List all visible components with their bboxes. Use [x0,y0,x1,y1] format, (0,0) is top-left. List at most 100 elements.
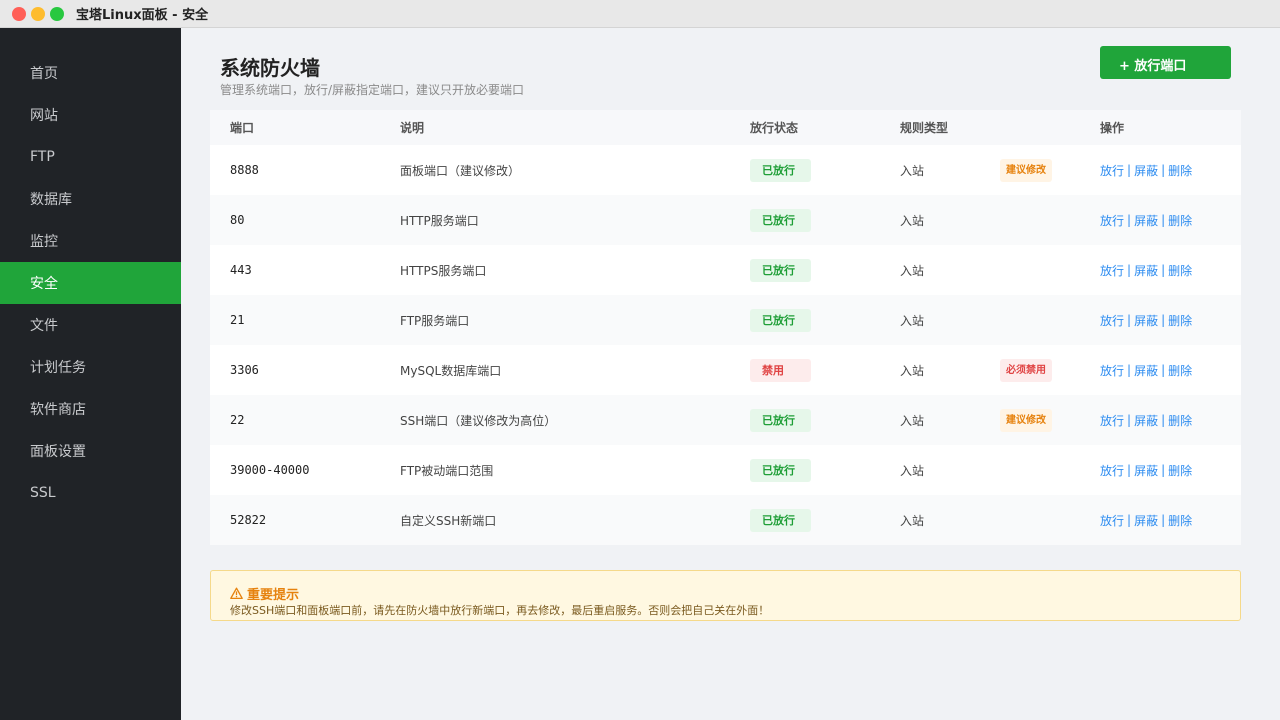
header-ops: 操作 [1100,121,1125,135]
window-titlebar: 宝塔Linux面板 - 安全 [0,0,1280,28]
table-row: 8888 面板端口（建议修改） 已放行 入站 建议修改 放行 | 屏蔽 | 删除 [210,145,1241,195]
block-link[interactable]: 屏蔽 [1134,212,1158,229]
block-link[interactable]: 屏蔽 [1134,512,1158,529]
window-controls [12,6,64,21]
block-link[interactable]: 屏蔽 [1134,162,1158,179]
advice-cell: 建议修改 [1000,145,1052,195]
header-rule: 规则类型 [900,121,949,135]
port-cell: 52822 [230,513,267,527]
sidebar-item-website[interactable]: 网站 [0,94,181,136]
window-title: 宝塔Linux面板 - 安全 [76,8,209,23]
ops-separator: | [1161,213,1166,227]
advice-badge: 建议修改 [1000,408,1052,432]
ops-separator: | [1127,263,1132,277]
status-cell: 已放行 [750,495,811,545]
delete-link[interactable]: 删除 [1168,462,1192,479]
description-cell: MySQL数据库端口 [400,363,502,378]
status-badge: 已放行 [750,208,811,232]
notice-title: 重要提示 [230,584,299,603]
sidebar-item-files[interactable]: 文件 [0,304,181,346]
ops-separator: | [1127,413,1132,427]
port-cell: 443 [230,263,252,277]
allow-link[interactable]: 放行 [1100,412,1124,429]
sidebar-item-ssl[interactable]: SSL [0,472,181,514]
ops-separator: | [1161,413,1166,427]
rule-type-cell: 入站 [900,363,925,378]
sidebar-item-ftp[interactable]: FTP [0,136,181,178]
table-row: 443 HTTPS服务端口 已放行 入站 放行 | 屏蔽 | 删除 [210,245,1241,295]
status-badge: 已放行 [750,508,811,532]
sidebar-item-cron[interactable]: 计划任务 [0,346,181,388]
sidebar-item-label: 首页 [30,66,58,82]
allow-link[interactable]: 放行 [1100,162,1124,179]
allow-link[interactable]: 放行 [1100,362,1124,379]
port-cell: 39000-40000 [230,463,310,477]
operations-cell: 放行 | 屏蔽 | 删除 [1100,245,1192,295]
description-cell: FTP服务端口 [400,313,470,328]
allow-link[interactable]: 放行 [1100,312,1124,329]
close-window-button[interactable] [12,6,26,21]
sidebar-item-label: 计划任务 [30,360,86,376]
rule-type-cell: 入站 [900,263,925,278]
ops-separator: | [1127,213,1132,227]
delete-link[interactable]: 删除 [1168,262,1192,279]
delete-link[interactable]: 删除 [1168,362,1192,379]
ops-separator: | [1161,163,1166,177]
ops-separator: | [1161,363,1166,377]
sidebar-item-label: 安全 [30,276,58,292]
operations-cell: 放行 | 屏蔽 | 删除 [1100,445,1192,495]
description-cell: HTTPS服务端口 [400,263,487,278]
table-row: 52822 自定义SSH新端口 已放行 入站 放行 | 屏蔽 | 删除 [210,495,1241,545]
sidebar-item-label: FTP [30,149,55,165]
ops-separator: | [1127,463,1132,477]
status-cell: 已放行 [750,445,811,495]
sidebar-item-label: 数据库 [30,192,72,208]
port-cell: 21 [230,313,245,327]
ops-separator: | [1127,513,1132,527]
sidebar-item-home[interactable]: 首页 [0,52,181,94]
description-cell: SSH端口（建议修改为高位） [400,413,557,428]
operations-cell: 放行 | 屏蔽 | 删除 [1100,195,1192,245]
status-cell: 已放行 [750,395,811,445]
ops-separator: | [1161,513,1166,527]
table-row: 39000-40000 FTP被动端口范围 已放行 入站 放行 | 屏蔽 | 删除 [210,445,1241,495]
header-status: 放行状态 [750,121,799,135]
delete-link[interactable]: 删除 [1168,512,1192,529]
maximize-window-button[interactable] [50,6,64,21]
notice-text: 修改SSH端口和面板端口前，请先在防火墙中放行新端口，再去修改，最后重启服务。否… [230,604,770,617]
delete-link[interactable]: 删除 [1168,162,1192,179]
sidebar-item-security[interactable]: 安全 [0,262,181,304]
firewall-table: 端口 说明 放行状态 规则类型 操作 8888 面板端口（建议修改） 已放行 入站 建议… [210,110,1241,545]
advice-cell: 建议修改 [1000,395,1052,445]
allow-link[interactable]: 放行 [1100,212,1124,229]
delete-link[interactable]: 删除 [1168,412,1192,429]
block-link[interactable]: 屏蔽 [1134,262,1158,279]
delete-link[interactable]: 删除 [1168,212,1192,229]
add-port-button[interactable]: + 放行端口 [1100,46,1231,79]
block-link[interactable]: 屏蔽 [1134,462,1158,479]
sidebar-item-app-store[interactable]: 软件商店 [0,388,181,430]
important-notice: 重要提示 修改SSH端口和面板端口前，请先在防火墙中放行新端口，再去修改，最后重… [210,570,1241,621]
rule-type-cell: 入站 [900,213,925,228]
block-link[interactable]: 屏蔽 [1134,362,1158,379]
sidebar-item-label: 文件 [30,318,58,334]
block-link[interactable]: 屏蔽 [1134,412,1158,429]
sidebar-item-database[interactable]: 数据库 [0,178,181,220]
delete-link[interactable]: 删除 [1168,312,1192,329]
status-cell: 禁用 [750,345,811,395]
port-cell: 80 [230,213,245,227]
minimize-window-button[interactable] [31,6,45,21]
block-link[interactable]: 屏蔽 [1134,312,1158,329]
description-cell: HTTP服务端口 [400,213,479,228]
advice-badge: 必须禁用 [1000,358,1052,382]
allow-link[interactable]: 放行 [1100,262,1124,279]
operations-cell: 放行 | 屏蔽 | 删除 [1100,295,1192,345]
ops-separator: | [1127,363,1132,377]
rule-type-cell: 入站 [900,413,925,428]
sidebar-item-panel-settings[interactable]: 面板设置 [0,430,181,472]
allow-link[interactable]: 放行 [1100,462,1124,479]
table-body: 8888 面板端口（建议修改） 已放行 入站 建议修改 放行 | 屏蔽 | 删除 80 HTTP服务端… [210,145,1241,545]
sidebar-item-monitor[interactable]: 监控 [0,220,181,262]
sidebar: 首页 网站 FTP 数据库 监控 安全 文件 计划任务 软件商店 面板设置 SS… [0,28,181,720]
allow-link[interactable]: 放行 [1100,512,1124,529]
